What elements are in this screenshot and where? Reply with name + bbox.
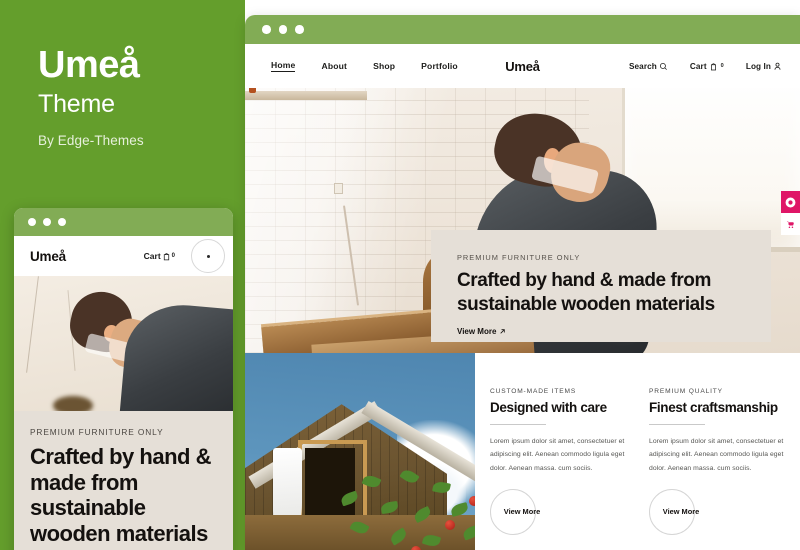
cart-icon xyxy=(162,252,171,261)
feature-view-more-button[interactable]: View More xyxy=(490,488,540,535)
mobile-hero-image xyxy=(14,276,233,411)
cart-icon xyxy=(709,62,718,71)
login-button[interactable]: Log In xyxy=(746,62,782,71)
feature-eyebrow: CUSTOM-MADE ITEMS xyxy=(490,388,577,395)
hero-view-more-link[interactable]: View More xyxy=(457,327,506,336)
feature-heading: Finest craftsmanship xyxy=(649,400,778,415)
features-section: CUSTOM-MADE ITEMS Designed with care Lor… xyxy=(245,353,800,550)
search-label: Search xyxy=(628,61,657,71)
mobile-cart-count: 0 xyxy=(171,253,175,259)
apple-branch xyxy=(332,452,475,550)
primary-nav: Home About Shop Portfolio xyxy=(271,60,458,72)
mobile-menu-button[interactable] xyxy=(191,239,225,273)
browser-window: Home About Shop Portfolio Umeå Search Ca… xyxy=(245,15,800,550)
hero-section: PREMIUM FURNITURE ONLY Crafted by hand &… xyxy=(245,88,800,353)
site-navbar: Home About Shop Portfolio Umeå Search Ca… xyxy=(245,44,800,88)
floating-side-buttons xyxy=(781,191,800,235)
window-dot-maximize-icon[interactable] xyxy=(58,218,66,226)
feature-columns: CUSTOM-MADE ITEMS Designed with care Lor… xyxy=(475,353,800,550)
window-dot-minimize-icon[interactable] xyxy=(43,218,51,226)
mobile-navbar: Umeå Cart 0 xyxy=(14,236,233,276)
mobile-cart-label: Cart xyxy=(143,251,161,261)
promo-author: By Edge-Themes xyxy=(38,132,144,148)
mobile-hero-eyebrow: PREMIUM FURNITURE ONLY xyxy=(30,427,164,437)
window-dot-maximize-icon[interactable] xyxy=(295,25,304,34)
shopping-cart-icon xyxy=(786,220,795,229)
browser-titlebar xyxy=(245,15,800,44)
circle-badge-icon xyxy=(785,197,796,208)
search-button[interactable]: Search xyxy=(629,62,668,71)
hero-eyebrow: PREMIUM FURNITURE ONLY xyxy=(457,253,581,262)
search-icon xyxy=(659,62,668,71)
feature-card-finest-craftsmanship: PREMIUM QUALITY Finest craftsmanship Lor… xyxy=(649,388,786,550)
feature-view-more-button[interactable]: View More xyxy=(649,488,699,535)
window-dot-minimize-icon[interactable] xyxy=(278,25,287,34)
promo-title-block: Umeå Theme By Edge-Themes xyxy=(38,44,238,148)
mobile-hero-text: PREMIUM FURNITURE ONLY Crafted by hand &… xyxy=(14,411,233,550)
feature-heading: Designed with care xyxy=(490,400,607,415)
user-icon xyxy=(773,62,782,71)
promo-title: Umeå xyxy=(38,44,140,86)
sidebar-item-portfolio[interactable]: Portfolio xyxy=(421,61,458,71)
arrow-up-right-icon xyxy=(499,328,506,335)
divider xyxy=(649,424,705,425)
purchase-badge-button[interactable] xyxy=(781,191,800,213)
hero-cta-label: View More xyxy=(457,326,497,336)
window-dot-close-icon[interactable] xyxy=(262,25,271,34)
mobile-hero-heading: Crafted by hand & made from sustainable … xyxy=(30,444,211,547)
craftsman-photo-art xyxy=(14,276,233,411)
window-dot-close-icon[interactable] xyxy=(28,218,36,226)
feature-eyebrow: PREMIUM QUALITY xyxy=(649,388,723,395)
sidebar-item-about[interactable]: About xyxy=(321,61,347,71)
feature-body: Lorem ipsum dolor sit amet, consectetuer… xyxy=(649,438,784,472)
utility-nav: Search Cart 0 Log In xyxy=(629,62,782,71)
cart-side-button[interactable] xyxy=(781,213,800,235)
dot-menu-icon xyxy=(206,254,210,258)
feature-cta-label: View More xyxy=(503,507,541,517)
mobile-window-titlebar xyxy=(14,208,233,236)
login-label: Log In xyxy=(745,61,771,71)
divider xyxy=(490,424,546,425)
mobile-logo[interactable]: Umeå xyxy=(30,249,66,264)
cart-count: 0 xyxy=(720,63,724,69)
barn-image xyxy=(245,353,475,550)
sidebar-item-home[interactable]: Home xyxy=(271,60,296,72)
mobile-cart-button[interactable]: Cart 0 xyxy=(144,251,175,261)
feature-card-designed-with-care: CUSTOM-MADE ITEMS Designed with care Lor… xyxy=(490,388,627,550)
barn-photo-art xyxy=(245,353,475,550)
feature-body: Lorem ipsum dolor sit amet, consectetuer… xyxy=(490,438,625,472)
feature-cta-label: View More xyxy=(662,507,700,517)
hero-heading: Crafted by hand & made from sustainable … xyxy=(457,270,715,315)
mobile-preview-card: Umeå Cart 0 PREMIUM FURNITURE ONLY Craft… xyxy=(14,208,233,550)
cart-button[interactable]: Cart 0 xyxy=(690,62,724,71)
promo-subtitle: Theme xyxy=(38,89,115,118)
hero-text-card: PREMIUM FURNITURE ONLY Crafted by hand &… xyxy=(431,230,771,342)
cart-label: Cart xyxy=(689,61,707,71)
sidebar-item-shop[interactable]: Shop xyxy=(373,61,395,71)
